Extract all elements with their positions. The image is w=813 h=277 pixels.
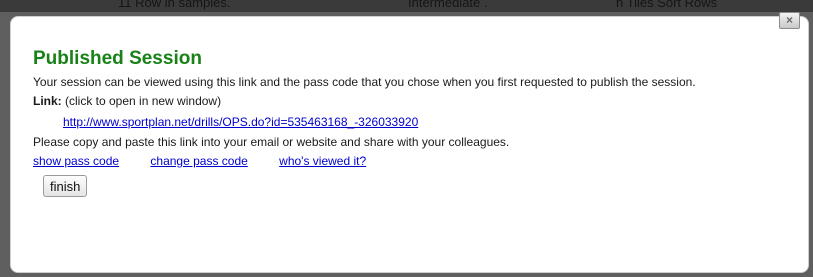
link-hint: (click to open in new window) — [61, 94, 222, 108]
whos-viewed-link[interactable]: who's viewed it? — [279, 154, 366, 168]
page-backdrop: 11 Row in samples. Intermediate . n Tile… — [0, 0, 813, 277]
intro-text: Your session can be viewed using this li… — [33, 75, 696, 89]
change-pass-code-link[interactable]: change pass code — [150, 154, 247, 168]
background-text: Intermediate . — [408, 0, 488, 10]
close-icon[interactable]: × — [779, 12, 800, 29]
dialog-content: Published Session Your session can be vi… — [33, 48, 803, 197]
share-instructions: Please copy and paste this link into you… — [33, 135, 510, 149]
dialog-title: Published Session — [33, 48, 202, 69]
action-links: show pass code change pass code who's vi… — [33, 153, 803, 169]
link-label: Link: — [33, 94, 62, 108]
link-row: Link: (click to open in new window) — [33, 93, 803, 109]
background-text: n Tiles Sort Rows — [616, 0, 718, 10]
background-text: 11 Row in samples. — [118, 0, 231, 10]
show-pass-code-link[interactable]: show pass code — [33, 154, 119, 168]
published-session-dialog: × Published Session Your session can be … — [10, 12, 809, 273]
background-page-strip: 11 Row in samples. Intermediate . n Tile… — [0, 0, 813, 12]
url-row: http://www.sportplan.net/drills/OPS.do?i… — [63, 114, 803, 130]
finish-button[interactable]: finish — [43, 175, 88, 197]
session-url-link[interactable]: http://www.sportplan.net/drills/OPS.do?i… — [63, 115, 418, 129]
